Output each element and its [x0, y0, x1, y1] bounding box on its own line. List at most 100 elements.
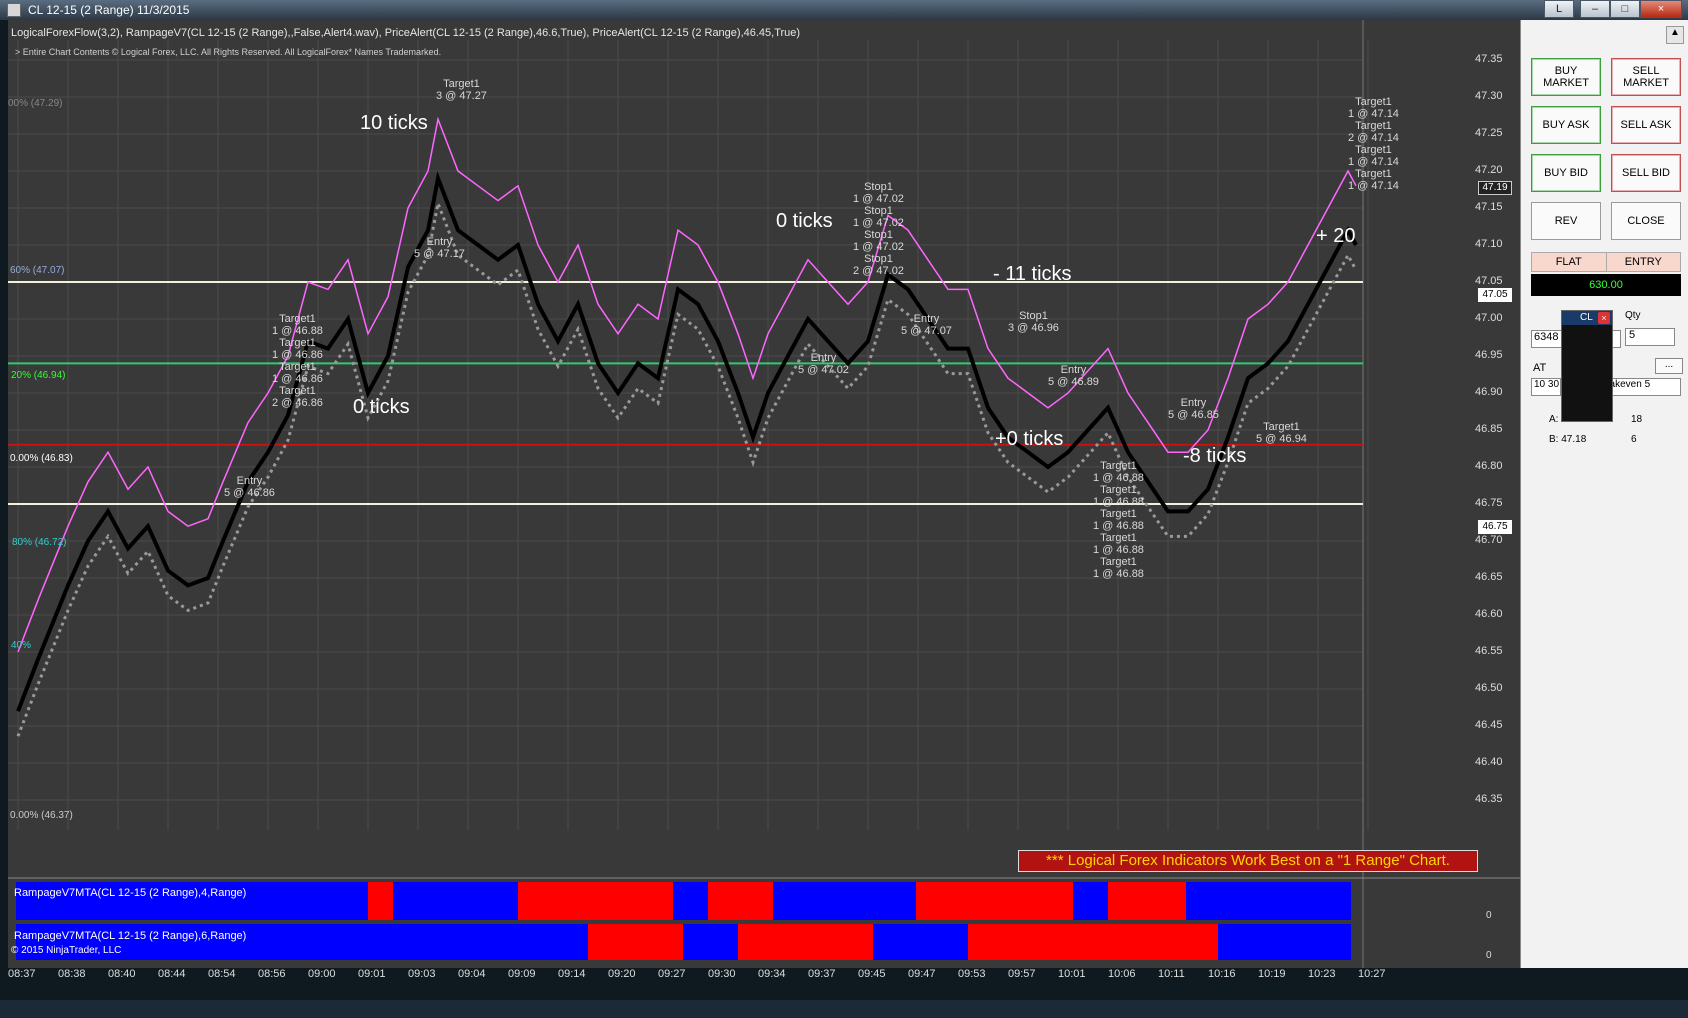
price-tick-label: 47.25 [1475, 127, 1503, 139]
qty-label: Qty [1625, 310, 1641, 321]
price-tick-label: 46.80 [1475, 460, 1503, 472]
subpanel1-segment [393, 882, 518, 920]
buy-bid-button[interactable]: BUY BID [1531, 154, 1601, 192]
time-tick-label: 10:19 [1258, 968, 1286, 980]
label-entry-47-17: Entry 5 @ 47.17 [414, 236, 465, 260]
popup-close-icon[interactable]: × [1598, 312, 1610, 324]
price-tick-label: 46.60 [1475, 608, 1503, 620]
sell-bid-button[interactable]: SELL BID [1611, 154, 1681, 192]
note-minus-11-ticks: - 11 ticks [993, 263, 1072, 285]
time-tick-label: 09:37 [808, 968, 836, 980]
panel-collapse-icon[interactable]: ▲ [1666, 26, 1684, 44]
time-tick-label: 09:57 [1008, 968, 1036, 980]
buy-market-button[interactable]: BUY MARKET [1531, 58, 1601, 96]
time-tick-label: 10:06 [1108, 968, 1136, 980]
note-minus-8-ticks: -8 ticks [1183, 445, 1247, 467]
reverse-button[interactable]: REV [1531, 202, 1601, 240]
maximize-button[interactable]: □ [1610, 0, 1640, 18]
chart-trader-panel: ▲ BUY MARKET SELL MARKET BUY ASK SELL AS… [1520, 20, 1688, 968]
subpanel1-segment [916, 882, 1073, 920]
label-entry-47-02: Entry 5 @ 47.02 [798, 352, 849, 376]
atm-more-button[interactable]: ... [1655, 358, 1683, 374]
sell-ask-button[interactable]: SELL ASK [1611, 106, 1681, 144]
position-entry: ENTRY [1624, 256, 1662, 268]
subpanel1-segment [708, 882, 773, 920]
subpanel2-label: RampageV7MTA(CL 12-15 (2 Range),6,Range) [14, 930, 247, 942]
time-tick-label: 10:27 [1358, 968, 1386, 980]
time-tick-label: 10:11 [1158, 968, 1185, 980]
time-tick-label: 09:30 [708, 968, 736, 980]
qty-input[interactable]: 5 [1625, 328, 1675, 346]
alert-price-tag-1: 47.05 [1478, 288, 1512, 302]
minimize-button[interactable]: – [1580, 0, 1610, 18]
copyright-notice: > Entire Chart Contents © Logical Forex,… [15, 47, 442, 57]
label-target-46-94: Target1 5 @ 46.94 [1256, 421, 1307, 445]
label-stops-47-02: Stop1 1 @ 47.02 Stop1 1 @ 47.02 Stop1 1 … [853, 181, 904, 277]
time-tick-label: 09:01 [358, 968, 386, 980]
time-tick-label: 10:16 [1208, 968, 1236, 980]
alert-price-tag-2: 46.75 [1478, 520, 1512, 534]
label-targets-46-86: Target1 1 @ 46.88 Target1 1 @ 46.86 Targ… [272, 313, 323, 409]
ask-size: 18 [1631, 414, 1643, 425]
time-tick-label: 08:54 [208, 968, 236, 980]
note-plus-0-ticks: +0 ticks [995, 428, 1064, 450]
link-button[interactable]: L [1544, 0, 1574, 18]
price-tick-label: 46.35 [1475, 793, 1503, 805]
time-tick-label: 09:45 [858, 968, 886, 980]
position-flat: FLAT [1532, 253, 1607, 271]
time-tick-label: 09:53 [958, 968, 986, 980]
price-tick-label: 47.20 [1475, 164, 1503, 176]
bid-price: B: 47.18 [1549, 434, 1587, 445]
pnl-display: 630.00 [1531, 274, 1681, 296]
subpanel2-zero: 0 [1486, 950, 1492, 961]
label-target-47-27: Target1 3 @ 47.27 [436, 78, 487, 102]
price-tick-label: 47.15 [1475, 201, 1503, 213]
ninjatrader-copyright: © 2015 NinjaTrader, LLC [11, 945, 122, 956]
price-tick-label: 46.65 [1475, 571, 1503, 583]
subpanel1-segment [773, 882, 916, 920]
price-tick-label: 46.50 [1475, 682, 1503, 694]
fib-40: 40% [11, 640, 32, 651]
time-tick-label: 08:40 [108, 968, 136, 980]
subpanel2-segment [1218, 924, 1351, 960]
fib-100: 00% (47.29) [8, 98, 63, 109]
subpanel2-segment [588, 924, 683, 960]
subpanel1-zero: 0 [1486, 910, 1492, 921]
instrument-popup[interactable]: CL × [1561, 310, 1613, 422]
time-tick-label: 08:38 [58, 968, 86, 980]
banner-message: *** Logical Forex Indicators Work Best o… [1018, 850, 1478, 872]
price-tick-label: 46.95 [1475, 349, 1503, 361]
atm-select[interactable]: 10 30 [1531, 378, 1561, 396]
label-stop-46-96: Stop1 3 @ 46.96 [1008, 310, 1059, 334]
note-plus-20: + 20 [1316, 225, 1356, 247]
buy-ask-button[interactable]: BUY ASK [1531, 106, 1601, 144]
close-window-button[interactable]: × [1640, 0, 1682, 18]
label-targets-46-88: Target1 1 @ 46.88 Target1 1 @ 46.88 Targ… [1093, 460, 1144, 580]
price-tick-label: 47.00 [1475, 312, 1503, 324]
note-0-ticks-a: 0 ticks [353, 396, 410, 418]
time-tick-label: 10:23 [1308, 968, 1336, 980]
price-tick-label: 46.40 [1475, 756, 1503, 768]
chart-area[interactable]: LogicalForexFlow(3,2), RampageV7(CL 12-1… [8, 20, 1520, 968]
price-tick-label: 46.90 [1475, 386, 1503, 398]
strategy-select[interactable]: eakeven 5 [1601, 378, 1681, 396]
time-tick-label: 09:20 [608, 968, 636, 980]
sell-market-button[interactable]: SELL MARKET [1611, 58, 1681, 96]
time-tick-label: 09:00 [308, 968, 336, 980]
bid-size: 6 [1631, 434, 1637, 445]
fib-20: 20% (46.94) [11, 370, 66, 381]
time-tick-label: 08:44 [158, 968, 186, 980]
label-entry-47-07: Entry 5 @ 47.07 [901, 313, 952, 337]
price-tick-label: 46.75 [1475, 497, 1503, 509]
time-tick-label: 10:01 [1058, 968, 1086, 980]
subpanel1-segment [368, 882, 393, 920]
price-tick-label: 47.10 [1475, 238, 1503, 250]
time-tick-label: 09:04 [458, 968, 486, 980]
window-title: CL 12-15 (2 Range) 11/3/2015 [28, 3, 190, 17]
subpanel1-label: RampageV7MTA(CL 12-15 (2 Range),4,Range) [14, 887, 247, 899]
subpanel2-segment [873, 924, 968, 960]
time-tick-label: 09:47 [908, 968, 936, 980]
close-position-button[interactable]: CLOSE [1611, 202, 1681, 240]
time-tick-label: 08:37 [8, 968, 36, 980]
time-tick-label: 09:34 [758, 968, 786, 980]
